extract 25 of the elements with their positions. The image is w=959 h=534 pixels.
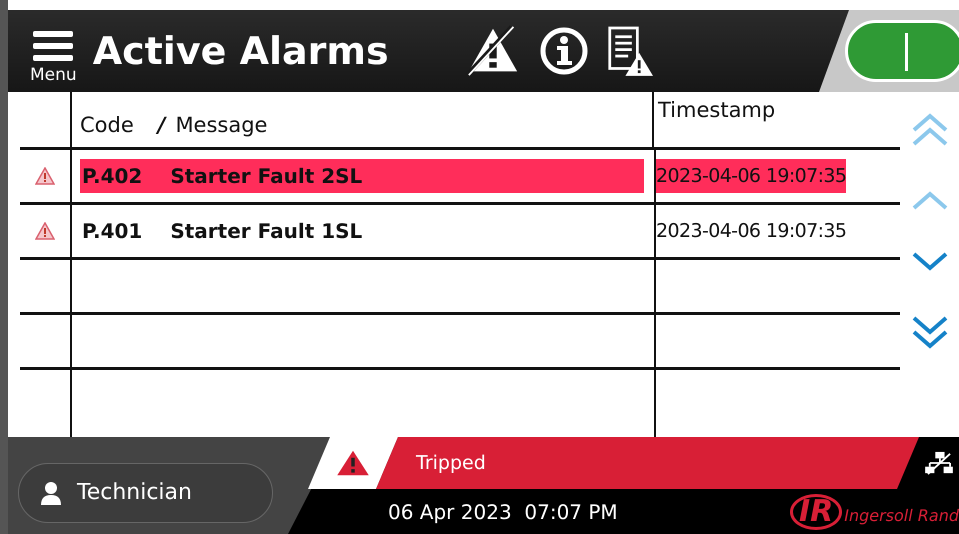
alarm-row[interactable]: P.402 Starter Fault 2SL 2023-04-06 19:07:35 bbox=[20, 150, 900, 205]
column-header: Code bbox=[80, 112, 134, 136]
alarm-row[interactable]: P.401 Starter Fault 1SL 2023-04-06 19:07:35 bbox=[20, 205, 900, 260]
menu-button[interactable]: Menu bbox=[8, 31, 83, 85]
timestamp-cell-text: 2023-04-06 19:07:35 bbox=[656, 219, 846, 244]
status-text: Tripped bbox=[416, 452, 486, 474]
page-title: Active Alarms bbox=[92, 29, 389, 73]
user-button[interactable]: Technician bbox=[18, 462, 273, 522]
info-icon[interactable] bbox=[538, 26, 589, 76]
alarm-icon bbox=[35, 222, 55, 240]
user-icon bbox=[41, 480, 61, 504]
run-toggle[interactable] bbox=[845, 20, 959, 82]
menu-icon bbox=[33, 31, 74, 61]
date-time: 06 Apr 2023 07:07 PM bbox=[388, 500, 618, 524]
network-icon bbox=[925, 451, 953, 475]
alarm-icon bbox=[35, 167, 55, 185]
alarm-cell: P.402 Starter Fault 2SL bbox=[80, 159, 644, 193]
column-header: Timestamp bbox=[658, 98, 776, 122]
alarm-log-icon[interactable] bbox=[606, 25, 653, 77]
warning-icon bbox=[335, 449, 371, 477]
column-separator: / bbox=[158, 112, 166, 136]
alarm-cell-text: P.401 Starter Fault 1SL bbox=[81, 218, 364, 245]
timestamp-cell: 2023-04-06 19:07:35 bbox=[656, 159, 846, 193]
brand-logo: IR Ingersoll Rand bbox=[790, 494, 959, 530]
column-header: Message bbox=[175, 112, 268, 136]
